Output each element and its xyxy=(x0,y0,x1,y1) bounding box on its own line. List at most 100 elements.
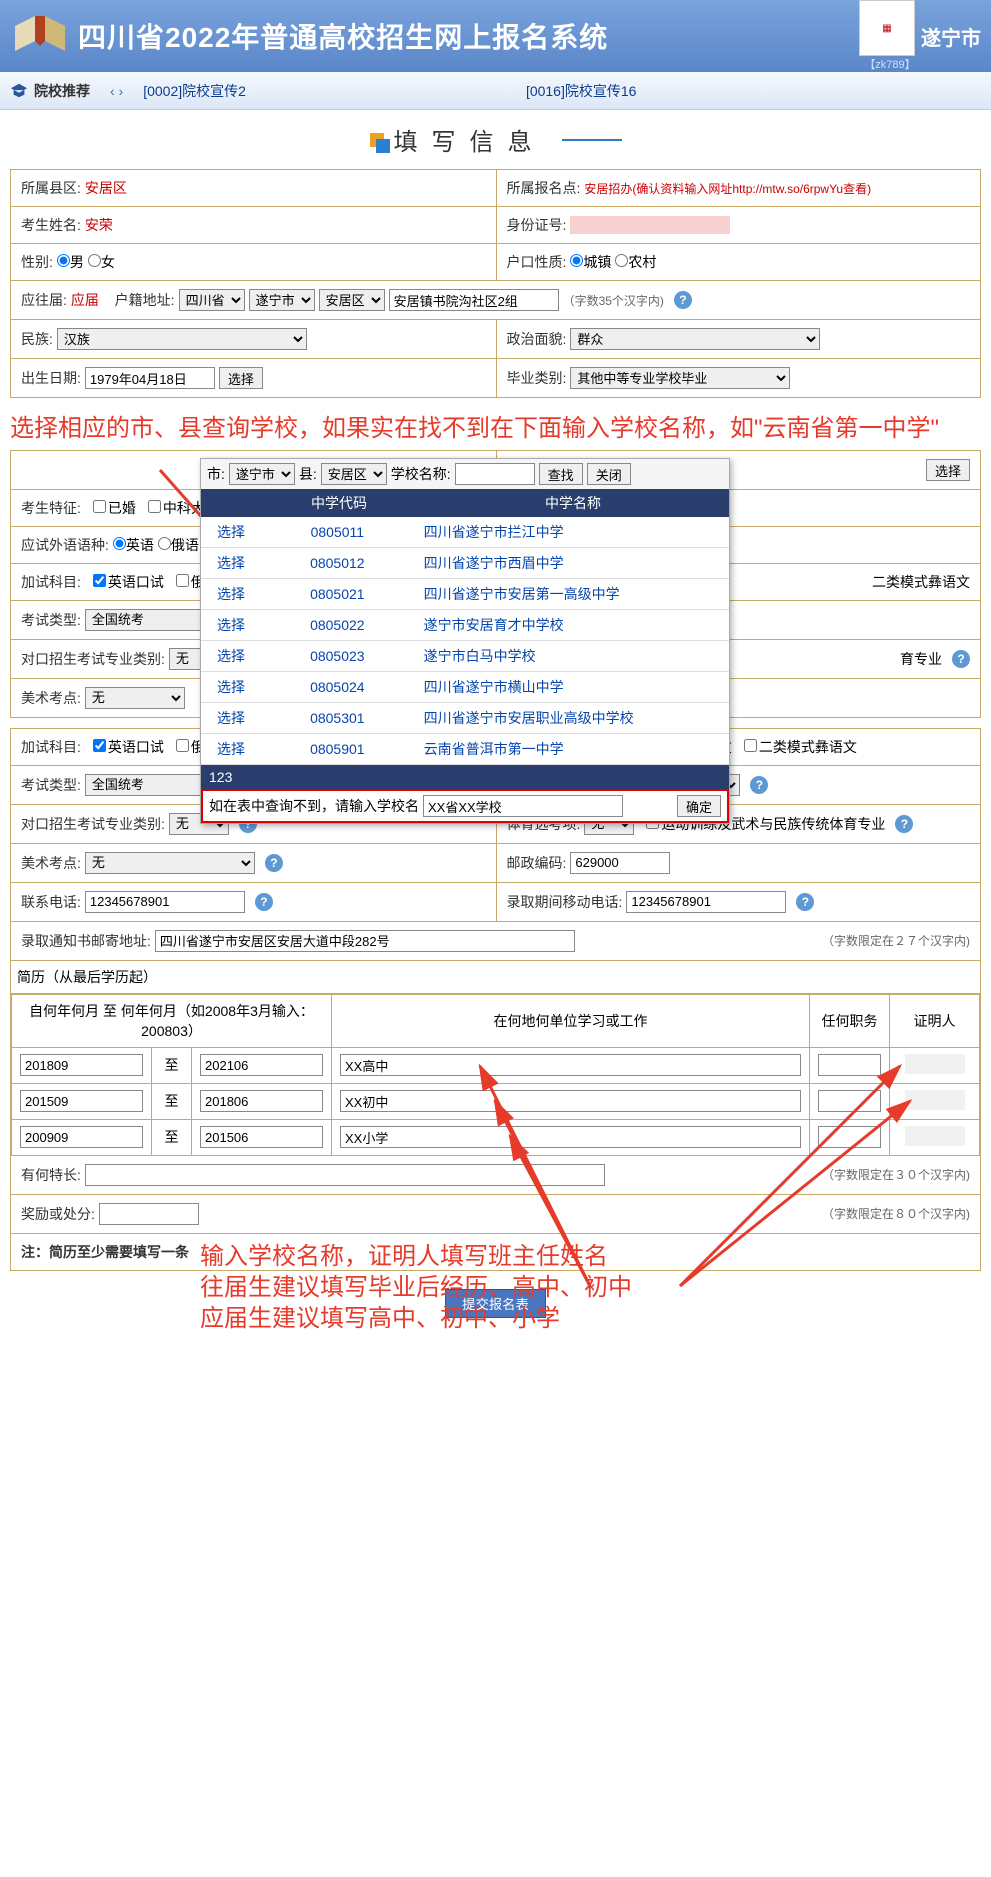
prov-select[interactable]: 四川省 xyxy=(179,289,245,311)
popup-ok-btn[interactable]: 确定 xyxy=(677,795,721,817)
resume-h3: 任何职务 xyxy=(810,994,890,1047)
art-select-2[interactable]: 无 xyxy=(85,852,255,874)
popup-select-link[interactable]: 选择 xyxy=(201,553,261,573)
r3-unit[interactable] xyxy=(340,1126,801,1148)
popup-select-link[interactable]: 选择 xyxy=(201,677,261,697)
popup-name[interactable]: 四川省遂宁市横山中学 xyxy=(414,677,729,697)
post-input[interactable] xyxy=(570,852,670,874)
county-select[interactable]: 安居区 xyxy=(319,289,385,311)
lang-ru-radio[interactable]: 俄语 xyxy=(158,535,199,555)
mail-input[interactable] xyxy=(155,930,575,952)
name-label: 考生姓名: xyxy=(21,215,81,235)
help-icon[interactable]: ? xyxy=(952,650,970,668)
r2-to[interactable] xyxy=(200,1090,323,1112)
city-select[interactable]: 遂宁市 xyxy=(249,289,315,311)
popup-pagination[interactable]: 123 xyxy=(201,765,729,789)
award-label: 奖励或处分: xyxy=(21,1204,95,1224)
popup-county-select[interactable]: 安居区 xyxy=(321,463,387,485)
popup-select-link[interactable]: 选择 xyxy=(201,615,261,635)
r3-duty[interactable] xyxy=(818,1126,881,1148)
county-value: 安居区 xyxy=(85,178,127,198)
popup-manual-input[interactable] xyxy=(423,795,623,817)
lang-en-radio[interactable]: 英语 xyxy=(113,535,154,555)
addsubj-en-1[interactable]: 英语口试 xyxy=(85,572,164,592)
resume-row-2: 至 xyxy=(12,1083,980,1119)
popup-select-link[interactable]: 选择 xyxy=(201,646,261,666)
examtype-label-2: 考试类型: xyxy=(21,775,81,795)
popup-school-input[interactable] xyxy=(455,463,535,485)
r1-to[interactable] xyxy=(200,1054,323,1076)
lang-label: 应试外语语种: xyxy=(21,535,109,555)
page-title: 四川省2022年普通高校招生网上报名系统 xyxy=(78,16,859,56)
award-input[interactable] xyxy=(99,1203,199,1225)
recommend-link-2[interactable]: [0016]院校宣传16 xyxy=(526,81,637,101)
pairmajor-label-2: 对口招生考试专业类别: xyxy=(21,814,165,834)
addr-detail-input[interactable] xyxy=(389,289,559,311)
popup-name[interactable]: 四川省遂宁市安居职业高级中学校 xyxy=(414,708,729,728)
mobile-input[interactable] xyxy=(626,891,786,913)
popup-find-btn[interactable]: 查找 xyxy=(539,463,583,485)
r3-witness xyxy=(905,1126,965,1146)
addsubj-yi-2[interactable]: 二类模式彝语文 xyxy=(736,737,857,757)
popup-select-link[interactable]: 选择 xyxy=(201,739,261,759)
fresh-value: 应届 xyxy=(71,290,99,310)
r1-from[interactable] xyxy=(20,1054,143,1076)
trait-married-chk[interactable]: 已婚 xyxy=(85,498,136,518)
popup-name[interactable]: 遂宁市白马中学校 xyxy=(414,646,729,666)
help-icon[interactable]: ? xyxy=(265,854,283,872)
help-icon[interactable]: ? xyxy=(895,815,913,833)
popup-name[interactable]: 四川省遂宁市拦江中学 xyxy=(414,522,729,542)
r1-duty[interactable] xyxy=(818,1054,881,1076)
r2-duty[interactable] xyxy=(818,1090,881,1112)
r3-from[interactable] xyxy=(20,1126,143,1148)
birth-input[interactable] xyxy=(85,367,215,389)
nation-select[interactable]: 汉族 xyxy=(57,328,307,350)
popup-select-link[interactable]: 选择 xyxy=(201,708,261,728)
art-select-1[interactable]: 无 xyxy=(85,687,185,709)
gender-female-radio[interactable]: 女 xyxy=(88,252,115,272)
popup-city-select[interactable]: 遂宁市 xyxy=(229,463,295,485)
birth-select-btn[interactable]: 选择 xyxy=(219,367,263,389)
grad-select[interactable]: 其他中等专业学校毕业 xyxy=(570,367,790,389)
popup-name[interactable]: 四川省遂宁市安居第一高级中学 xyxy=(414,584,729,604)
help-icon[interactable]: ? xyxy=(796,893,814,911)
popup-city-label: 市: xyxy=(207,464,225,484)
scroll-arrows-icon[interactable]: ‹ › xyxy=(110,83,123,99)
popup-school-row: 选择0805023遂宁市白马中学校 xyxy=(201,641,729,672)
gender-male-radio[interactable]: 男 xyxy=(57,252,84,272)
recommend-link-1[interactable]: [0002]院校宣传2 xyxy=(143,81,246,101)
annotation-top: 选择相应的市、县查询学校，如果实在找不到在下面输入学校名称，如"云南省第一中学" xyxy=(0,408,991,450)
help-icon[interactable]: ? xyxy=(674,291,692,309)
popup-school-row: 选择0805012四川省遂宁市西眉中学 xyxy=(201,548,729,579)
popup-name[interactable]: 遂宁市安居育才中学校 xyxy=(414,615,729,635)
politics-select[interactable]: 群众 xyxy=(570,328,820,350)
popup-select-link[interactable]: 选择 xyxy=(201,522,261,542)
hukou-rural-radio[interactable]: 农村 xyxy=(615,252,656,272)
r2-unit[interactable] xyxy=(340,1090,801,1112)
examtype-label-1: 考试类型: xyxy=(21,610,81,630)
r1-unit[interactable] xyxy=(340,1054,801,1076)
school-select-btn[interactable]: 选择 xyxy=(926,459,970,481)
r3-to[interactable] xyxy=(200,1126,323,1148)
popup-select-link[interactable]: 选择 xyxy=(201,584,261,604)
phone-input[interactable] xyxy=(85,891,245,913)
popup-name[interactable]: 四川省遂宁市西眉中学 xyxy=(414,553,729,573)
mail-label: 录取通知书邮寄地址: xyxy=(21,931,151,951)
r2-from[interactable] xyxy=(20,1090,143,1112)
popup-name[interactable]: 云南省普洱市第一中学 xyxy=(414,739,729,759)
popup-code: 0805024 xyxy=(261,679,414,695)
hukou-city-radio[interactable]: 城镇 xyxy=(570,252,611,272)
popup-close-btn[interactable]: 关闭 xyxy=(587,463,631,485)
form-box-1: 所属县区: 安居区 所属报名点: 安居招办(确认资料输入网址http://mtw… xyxy=(10,169,981,398)
id-label: 身份证号: xyxy=(507,215,567,235)
phone-label: 联系电话: xyxy=(21,892,81,912)
birth-label: 出生日期: xyxy=(21,368,81,388)
cap-icon xyxy=(10,82,28,100)
popup-code: 0805023 xyxy=(261,648,414,664)
popup-school-row: 选择0805024四川省遂宁市横山中学 xyxy=(201,672,729,703)
addsubj-en-2[interactable]: 英语口试 xyxy=(85,737,164,757)
help-icon[interactable]: ? xyxy=(255,893,273,911)
specialty-input[interactable] xyxy=(85,1164,605,1186)
help-icon[interactable]: ? xyxy=(750,776,768,794)
section-title: 填写信息 xyxy=(394,122,546,157)
